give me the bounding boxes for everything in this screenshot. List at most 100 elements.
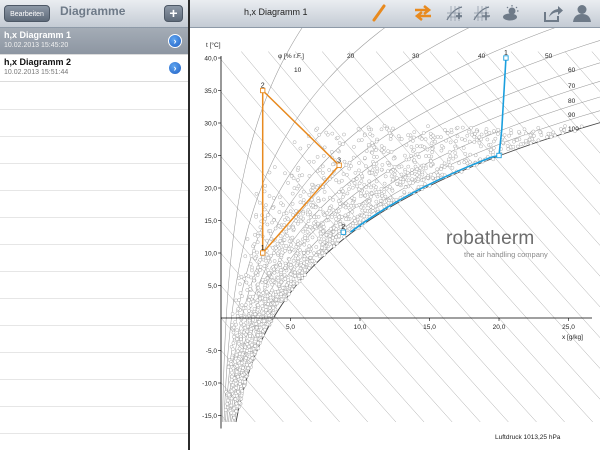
data-point	[318, 168, 322, 172]
data-point	[245, 363, 249, 367]
data-point	[236, 307, 241, 311]
data-point	[337, 190, 341, 194]
y-tick-label: -10,0	[202, 380, 217, 387]
data-point	[290, 191, 295, 196]
data-point	[573, 129, 577, 133]
empty-row-separator	[0, 433, 188, 434]
data-point	[293, 274, 297, 278]
data-point	[243, 380, 247, 384]
data-point	[363, 203, 368, 208]
list-item-diagram-1[interactable]: h,x Diagramm 1 10.02.2013 15:45:20 ›	[0, 28, 188, 55]
data-point	[362, 133, 367, 138]
data-point	[249, 343, 254, 347]
data-point	[265, 222, 270, 227]
data-point	[318, 227, 323, 231]
data-point	[563, 124, 567, 128]
enthalpy-line	[190, 52, 199, 423]
data-point	[334, 178, 338, 182]
data-point	[298, 248, 302, 252]
data-point	[430, 176, 435, 180]
hx-chart[interactable]: 10 20 30 40 50 60 70 80 90 100 φ [% r.F.] 40,0 35,0 3…	[190, 28, 600, 450]
data-point	[562, 128, 567, 132]
data-point	[443, 128, 447, 132]
data-point	[252, 242, 257, 246]
hx-chart-canvas[interactable]: 1020 30 40 5060708090100φ [% r.F.]40,035,03…	[190, 28, 600, 450]
data-point	[265, 294, 270, 299]
data-point	[296, 184, 301, 189]
add-diagram-button[interactable]: +	[164, 5, 183, 22]
data-point	[363, 156, 367, 160]
data-point	[229, 411, 234, 415]
data-point	[238, 291, 243, 295]
weather-icon[interactable]	[500, 3, 522, 23]
share-icon[interactable]	[542, 3, 564, 23]
data-point	[292, 140, 297, 144]
data-point	[234, 353, 239, 357]
y-tick-label: 15,0	[204, 218, 217, 225]
grid-move-icon[interactable]	[470, 3, 492, 23]
data-point	[308, 225, 313, 229]
data-point	[473, 153, 478, 158]
data-point	[415, 152, 420, 156]
data-point	[267, 271, 271, 275]
data-point	[399, 172, 404, 177]
data-point	[262, 319, 266, 323]
data-point	[237, 346, 242, 351]
data-point	[424, 166, 428, 171]
process-point-label: 2	[261, 83, 265, 90]
data-point	[357, 168, 361, 173]
data-point	[286, 181, 290, 185]
swap-arrows-icon[interactable]	[412, 3, 434, 23]
data-point	[282, 273, 287, 277]
data-point	[330, 150, 334, 154]
data-point	[344, 163, 349, 167]
data-point	[509, 131, 514, 135]
data-point	[239, 376, 244, 381]
user-icon[interactable]	[571, 3, 593, 23]
empty-row-separator	[0, 352, 188, 353]
data-point	[248, 363, 252, 367]
data-point	[242, 377, 247, 381]
list-navigation-bar: Bearbeiten Diagramme +	[0, 0, 188, 28]
data-point	[403, 185, 408, 189]
data-point	[412, 135, 416, 140]
data-point	[359, 179, 364, 183]
data-point	[312, 221, 316, 226]
data-point	[328, 195, 332, 200]
list-item-diagram-2[interactable]: h,x Diagramm 2 10.02.2013 15:51:44 ›	[0, 55, 188, 82]
data-point	[258, 200, 262, 205]
data-point	[385, 160, 390, 165]
data-point	[302, 257, 306, 262]
data-point	[233, 397, 238, 401]
data-point	[425, 147, 430, 152]
diagram-title: h,x Diagramm 1	[244, 7, 308, 17]
data-point	[455, 125, 460, 130]
data-point	[298, 194, 303, 198]
data-point	[465, 133, 470, 138]
data-point	[337, 229, 341, 234]
grid-add-icon[interactable]	[443, 3, 465, 23]
data-point	[299, 219, 303, 224]
data-point	[457, 161, 461, 165]
data-point	[360, 208, 365, 213]
disclosure-icon[interactable]: ›	[168, 61, 182, 75]
data-point	[302, 239, 307, 243]
data-point	[279, 275, 284, 280]
data-point	[406, 178, 411, 183]
data-point	[532, 134, 536, 138]
data-point	[252, 249, 256, 253]
data-point	[335, 241, 339, 246]
disclosure-icon[interactable]: ›	[168, 34, 182, 48]
data-point	[312, 251, 316, 255]
data-point	[244, 356, 248, 360]
data-point	[245, 342, 250, 346]
edit-button[interactable]: Bearbeiten	[4, 5, 50, 22]
data-point	[463, 152, 468, 156]
data-point	[288, 272, 293, 276]
data-point	[251, 299, 255, 304]
pencil-icon[interactable]	[368, 3, 390, 23]
data-point	[353, 171, 358, 175]
data-point	[248, 311, 253, 316]
data-point	[322, 237, 326, 242]
data-point	[320, 242, 325, 246]
